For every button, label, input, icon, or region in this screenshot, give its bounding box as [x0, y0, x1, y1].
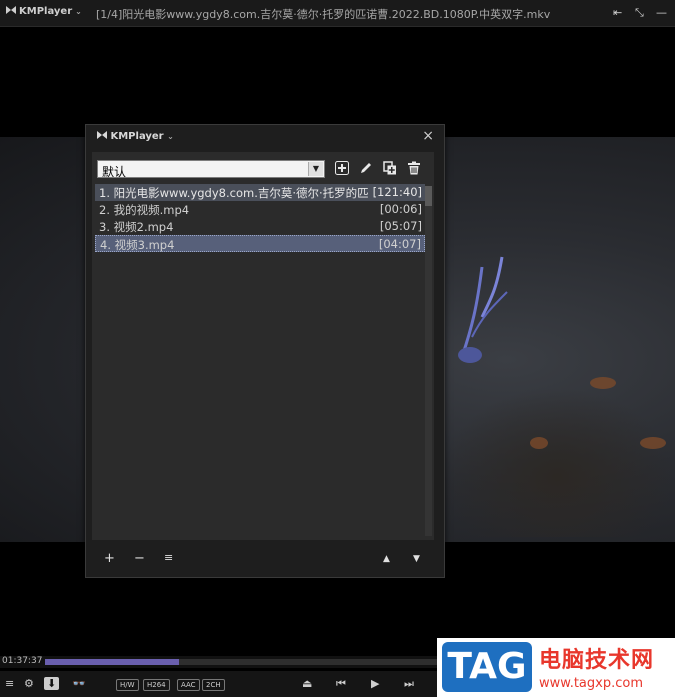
list-item-duration: [04:07] [378, 237, 421, 251]
list-item-duration: [00:06] [379, 202, 422, 216]
list-item[interactable]: 2. 我的视频.mp4 [00:06] [95, 201, 425, 218]
list-item-name: 3. 视频2.mp4 [99, 220, 174, 234]
kmplayer-logo-icon [6, 6, 16, 14]
codec-badge[interactable]: 2CH [202, 679, 225, 691]
list-item-name: 4. 视频3.mp4 [100, 238, 175, 252]
app-brand-label: KMPlayer [19, 6, 73, 17]
video-frame-leaf [640, 437, 666, 449]
playlist-select[interactable]: 默认 ▼ [97, 160, 325, 179]
restore-icon[interactable]: ⤡ [635, 6, 644, 20]
close-icon[interactable]: × [422, 128, 434, 144]
video-frame-plant [458, 256, 508, 363]
playlist-brand-label: KMPlayer [110, 131, 164, 142]
list-item-duration: [05:07] [379, 219, 422, 233]
app-menu-button[interactable]: KMPlayer ⌄ [6, 6, 82, 17]
chevron-down-icon: ⌄ [167, 132, 174, 141]
next-icon[interactable]: ⏭ [404, 677, 414, 691]
kmplayer-logo-icon [97, 131, 107, 139]
playlist-list: 1. 阳光电影www.ygdy8.com.吉尔莫·德尔·托罗的匹 [121:40… [95, 184, 425, 252]
chevron-down-icon: ⌄ [75, 7, 82, 16]
playlist-panel: KMPlayer ⌄ × 默认 ▼ 1. 阳光电影www.ygdy8.com.吉… [85, 124, 445, 578]
playlist-menu-button[interactable]: KMPlayer ⌄ [97, 131, 174, 142]
gear-icon[interactable]: ⚙ [24, 677, 34, 690]
playlist-select-value: 默认 [102, 165, 127, 179]
dropdown-arrow-icon[interactable]: ▼ [308, 162, 323, 176]
list-item-name: 2. 我的视频.mp4 [99, 203, 190, 217]
codec-badge[interactable]: AAC [177, 679, 200, 691]
playlist-footer: + − ≡ ▲ ▼ [86, 545, 444, 575]
eject-icon[interactable]: ⏏ [302, 677, 312, 690]
seek-track[interactable] [45, 659, 465, 665]
capture-icon[interactable]: ⬇ [44, 677, 60, 690]
delete-icon[interactable] [406, 161, 422, 177]
playlist-menu-icon[interactable]: ≡ [164, 551, 173, 564]
pin-icon[interactable]: ⇤ [613, 6, 622, 19]
video-frame-leaf [530, 437, 548, 449]
move-down-button[interactable]: ▼ [413, 554, 420, 564]
scrollbar-thumb[interactable] [425, 186, 432, 206]
codec-badge[interactable]: H/W [116, 679, 139, 691]
menu-icon[interactable]: ≡ [5, 677, 14, 690]
edit-icon[interactable] [358, 161, 374, 177]
add-playlist-icon[interactable] [334, 161, 350, 177]
list-item[interactable]: 4. 视频3.mp4 [04:07] [95, 235, 425, 252]
list-item[interactable]: 3. 视频2.mp4 [05:07] [95, 218, 425, 235]
window-title: [1/4]阳光电影www.ygdy8.com.吉尔莫·德尔·托罗的匹诺曹.202… [96, 8, 551, 21]
list-item[interactable]: 1. 阳光电影www.ygdy8.com.吉尔莫·德尔·托罗的匹 [121:40… [95, 184, 425, 201]
codec-badge[interactable]: H264 [143, 679, 170, 691]
list-item-name: 1. 阳光电影www.ygdy8.com.吉尔莫·德尔·托罗的匹 [99, 186, 369, 200]
seek-progress [45, 659, 180, 665]
playlist-scrollbar[interactable] [425, 186, 432, 536]
title-bar: KMPlayer ⌄ [1/4]阳光电影www.ygdy8.com.吉尔莫·德尔·… [0, 0, 675, 27]
move-up-button[interactable]: ▲ [383, 554, 390, 564]
current-time: 01:37:37 [2, 656, 43, 666]
playlist-header: KMPlayer ⌄ × [86, 125, 444, 149]
watermark-tag-logo: TAG [442, 642, 532, 692]
play-icon[interactable]: ▶ [371, 677, 379, 690]
playlist-body: 默认 ▼ 1. 阳光电影www.ygdy8.com.吉尔莫·德尔·托罗的匹 [1… [92, 152, 434, 540]
minimize-icon[interactable]: — [656, 6, 667, 19]
watermark-site-name: 电脑技术网 [539, 648, 655, 673]
remove-file-button[interactable]: − [134, 551, 145, 566]
video-frame-rock [440, 387, 675, 537]
watermark-url: www.tagxp.com [539, 676, 643, 691]
list-item-duration: [121:40] [372, 185, 422, 199]
vr-icon[interactable]: 👓 [72, 677, 86, 690]
add-file-button[interactable]: + [104, 551, 115, 566]
watermark: TAG 电脑技术网 www.tagxp.com [437, 638, 675, 697]
previous-icon[interactable]: ⏮ [336, 677, 346, 691]
copy-playlist-icon[interactable] [382, 161, 398, 177]
video-frame-leaf [590, 377, 616, 389]
